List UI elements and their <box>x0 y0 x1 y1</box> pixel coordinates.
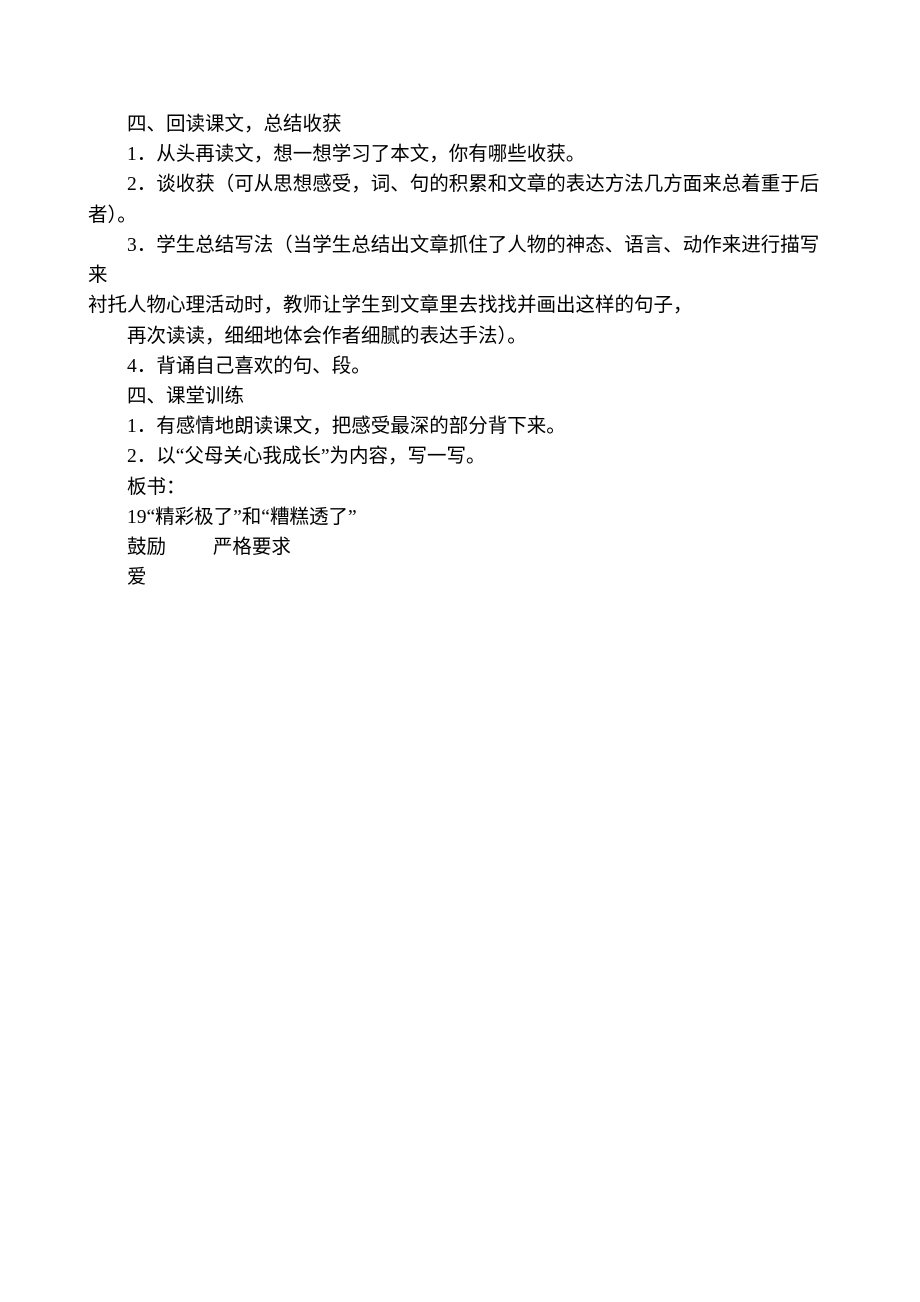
board-writing-line: 爱 <box>88 563 832 593</box>
body-line: 再次读读，细细地体会作者细腻的表达手法）。 <box>88 322 832 352</box>
section-heading-retrospect: 四、回读课文，总结收获 <box>88 110 832 140</box>
document-page: 四、回读课文，总结收获 1．从头再读文，想一想学习了本文，你有哪些收获。 2．谈… <box>0 0 920 1302</box>
board-writing-title: 19“精彩极了”和“糟糕透了” <box>88 503 832 533</box>
board-writing-line: 鼓励 严格要求 <box>88 533 832 563</box>
body-line-continuation: 衬托人物心理活动时，教师让学生到文章里去找找并画出这样的句子， <box>88 291 832 321</box>
board-word-encourage: 鼓励 <box>127 537 166 558</box>
body-line: 2．以“父母关心我成长”为内容，写一写。 <box>88 442 832 472</box>
body-line: 4．背诵自己喜欢的句、段。 <box>88 352 832 382</box>
body-line-continuation: 者）。 <box>88 201 832 231</box>
body-line: 1．有感情地朗读课文，把感受最深的部分背下来。 <box>88 412 832 442</box>
section-heading-classwork: 四、课堂训练 <box>88 382 832 412</box>
body-line: 3．学生总结写法（当学生总结出文章抓住了人物的神态、语言、动作来进行描写来 <box>88 231 832 291</box>
body-line: 2．谈收获（可从思想感受，词、句的积累和文章的表达方法几方面来总着重于后 <box>88 170 832 200</box>
body-line: 1．从头再读文，想一想学习了本文，你有哪些收获。 <box>88 140 832 170</box>
board-writing-label: 板书： <box>88 473 832 503</box>
board-word-strict: 严格要求 <box>213 537 291 558</box>
